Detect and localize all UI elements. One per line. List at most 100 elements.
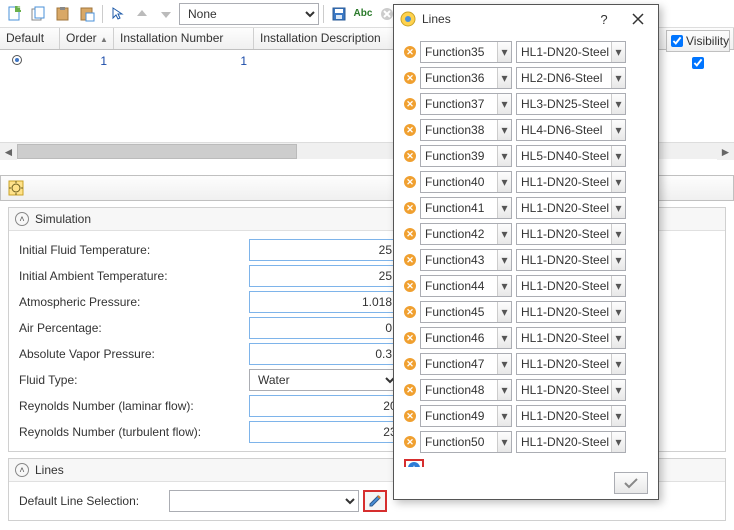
- function-select[interactable]: Function45▾: [420, 301, 512, 323]
- remove-icon[interactable]: ✕: [404, 384, 416, 396]
- function-select[interactable]: Function42▾: [420, 223, 512, 245]
- chevron-down-icon[interactable]: ▾: [497, 380, 511, 400]
- input-avp[interactable]: [249, 343, 399, 365]
- function-select[interactable]: Function50▾: [420, 431, 512, 453]
- line-select[interactable]: HL5-DN40-Steel▾: [516, 145, 626, 167]
- close-button[interactable]: [624, 8, 652, 30]
- abc-icon[interactable]: Abc: [352, 3, 374, 25]
- filter-select[interactable]: None: [179, 3, 319, 25]
- input-rturb[interactable]: [249, 421, 417, 443]
- remove-icon[interactable]: ✕: [404, 98, 416, 110]
- select-dls[interactable]: [169, 490, 359, 512]
- function-select[interactable]: Function40▾: [420, 171, 512, 193]
- add-line-button[interactable]: +: [404, 459, 424, 467]
- function-select[interactable]: Function47▾: [420, 353, 512, 375]
- chevron-down-icon[interactable]: ▾: [611, 432, 625, 452]
- function-select[interactable]: Function49▾: [420, 405, 512, 427]
- chevron-down-icon[interactable]: ▾: [611, 42, 625, 62]
- line-select[interactable]: HL1-DN20-Steel▾: [516, 379, 626, 401]
- chevron-down-icon[interactable]: ▾: [611, 380, 625, 400]
- edit-lines-button[interactable]: [363, 490, 387, 512]
- chevron-down-icon[interactable]: ▾: [611, 354, 625, 374]
- chevron-down-icon[interactable]: ▾: [497, 276, 511, 296]
- function-select[interactable]: Function44▾: [420, 275, 512, 297]
- remove-icon[interactable]: ✕: [404, 280, 416, 292]
- visibility-row-check[interactable]: [692, 57, 704, 69]
- function-select[interactable]: Function37▾: [420, 93, 512, 115]
- input-air[interactable]: [249, 317, 399, 339]
- new-icon[interactable]: +: [4, 3, 26, 25]
- remove-icon[interactable]: ✕: [404, 436, 416, 448]
- line-select[interactable]: HL4-DN6-Steel▾: [516, 119, 626, 141]
- chevron-down-icon[interactable]: ▾: [611, 250, 625, 270]
- settings-panel-icon[interactable]: [5, 177, 27, 199]
- remove-icon[interactable]: ✕: [404, 150, 416, 162]
- function-select[interactable]: Function35▾: [420, 41, 512, 63]
- line-select[interactable]: HL1-DN20-Steel▾: [516, 197, 626, 219]
- remove-icon[interactable]: ✕: [404, 254, 416, 266]
- chevron-up-icon[interactable]: ˄: [15, 463, 29, 477]
- visibility-header-check[interactable]: [671, 35, 683, 47]
- chevron-down-icon[interactable]: ▾: [611, 120, 625, 140]
- remove-icon[interactable]: ✕: [404, 124, 416, 136]
- chevron-down-icon[interactable]: ▾: [497, 406, 511, 426]
- chevron-down-icon[interactable]: ▾: [611, 276, 625, 296]
- paste-special-icon[interactable]: [76, 3, 98, 25]
- col-order[interactable]: Order ▲: [60, 28, 114, 49]
- line-select[interactable]: HL2-DN6-Steel▾: [516, 67, 626, 89]
- line-select[interactable]: HL1-DN20-Steel▾: [516, 275, 626, 297]
- remove-icon[interactable]: ✕: [404, 176, 416, 188]
- select-ftype[interactable]: Water: [249, 369, 399, 391]
- remove-icon[interactable]: ✕: [404, 410, 416, 422]
- chevron-down-icon[interactable]: ▾: [611, 172, 625, 192]
- line-select[interactable]: HL1-DN20-Steel▾: [516, 171, 626, 193]
- paste-icon[interactable]: [52, 3, 74, 25]
- remove-icon[interactable]: ✕: [404, 72, 416, 84]
- scroll-right-icon[interactable]: ►: [717, 143, 734, 160]
- chevron-down-icon[interactable]: ▾: [497, 42, 511, 62]
- remove-icon[interactable]: ✕: [404, 202, 416, 214]
- scroll-thumb[interactable]: [17, 144, 297, 159]
- remove-icon[interactable]: ✕: [404, 358, 416, 370]
- dialog-titlebar[interactable]: Lines ?: [394, 5, 658, 33]
- line-select[interactable]: HL1-DN20-Steel▾: [516, 249, 626, 271]
- chevron-down-icon[interactable]: ▾: [611, 328, 625, 348]
- chevron-down-icon[interactable]: ▾: [497, 328, 511, 348]
- default-radio[interactable]: [12, 55, 22, 65]
- remove-icon[interactable]: ✕: [404, 332, 416, 344]
- copy-icon[interactable]: [28, 3, 50, 25]
- chevron-down-icon[interactable]: ▾: [497, 94, 511, 114]
- function-select[interactable]: Function46▾: [420, 327, 512, 349]
- chevron-down-icon[interactable]: ▾: [611, 224, 625, 244]
- input-iat[interactable]: [249, 265, 399, 287]
- remove-icon[interactable]: ✕: [404, 228, 416, 240]
- remove-icon[interactable]: ✕: [404, 306, 416, 318]
- scroll-left-icon[interactable]: ◄: [0, 143, 17, 160]
- chevron-down-icon[interactable]: ▾: [497, 172, 511, 192]
- remove-icon[interactable]: ✕: [404, 46, 416, 58]
- chevron-down-icon[interactable]: ▾: [497, 432, 511, 452]
- chevron-down-icon[interactable]: ▾: [497, 198, 511, 218]
- line-select[interactable]: HL1-DN20-Steel▾: [516, 41, 626, 63]
- function-select[interactable]: Function41▾: [420, 197, 512, 219]
- chevron-down-icon[interactable]: ▾: [611, 94, 625, 114]
- input-rlam[interactable]: [249, 395, 417, 417]
- chevron-down-icon[interactable]: ▾: [497, 302, 511, 322]
- line-select[interactable]: HL1-DN20-Steel▾: [516, 405, 626, 427]
- function-select[interactable]: Function38▾: [420, 119, 512, 141]
- line-select[interactable]: HL1-DN20-Steel▾: [516, 431, 626, 453]
- line-select[interactable]: HL1-DN20-Steel▾: [516, 223, 626, 245]
- move-up-icon[interactable]: [131, 3, 153, 25]
- function-select[interactable]: Function36▾: [420, 67, 512, 89]
- function-select[interactable]: Function43▾: [420, 249, 512, 271]
- col-default[interactable]: Default: [0, 28, 60, 49]
- chevron-down-icon[interactable]: ▾: [611, 68, 625, 88]
- chevron-down-icon[interactable]: ▾: [497, 120, 511, 140]
- chevron-down-icon[interactable]: ▾: [497, 68, 511, 88]
- input-atm[interactable]: [249, 291, 399, 313]
- chevron-down-icon[interactable]: ▾: [497, 354, 511, 374]
- chevron-down-icon[interactable]: ▾: [611, 406, 625, 426]
- chevron-down-icon[interactable]: ▾: [497, 250, 511, 270]
- chevron-up-icon[interactable]: ˄: [15, 212, 29, 226]
- chevron-down-icon[interactable]: ▾: [497, 146, 511, 166]
